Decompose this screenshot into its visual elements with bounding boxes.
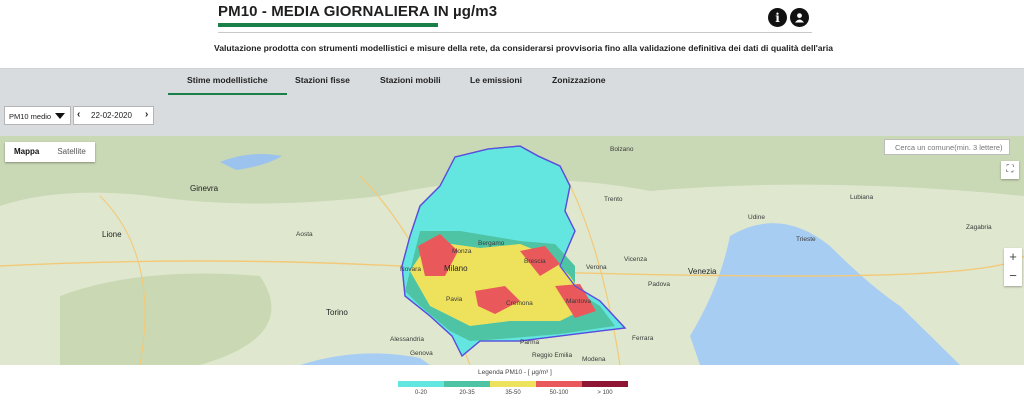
page-subtitle: Valutazione prodotta con strumenti model… — [214, 43, 834, 53]
legend-label: 50-100 — [549, 390, 569, 396]
map-label-genova: Genova — [410, 350, 433, 357]
tab-stazioni-fisse[interactable]: Stazioni fisse — [295, 75, 350, 85]
legend-label: > 100 — [597, 390, 613, 396]
caret-down-icon — [55, 113, 65, 119]
map-label-verona: Verona — [586, 264, 607, 271]
map-label-vicenza: Vicenza — [624, 256, 648, 263]
header: PM10 - MEDIA GIORNALIERA IN µg/m3 i Valu… — [0, 0, 1024, 68]
map-label-udine: Udine — [748, 214, 765, 221]
map-label-monza: Monza — [452, 248, 472, 255]
map-label-zagabria: Zagabria — [966, 224, 992, 231]
legend-swatch-over-100 — [582, 381, 628, 387]
zoom-control: + − — [1004, 248, 1022, 286]
map-type-switch: Mappa Satellite — [5, 142, 95, 162]
date-picker: ‹ 22-02-2020 › — [73, 106, 154, 125]
map-label-bergamo: Bergamo — [478, 240, 505, 247]
map-label-reggio-emilia: Reggio Emilia — [532, 352, 573, 359]
legend-swatch-50-100 — [536, 381, 582, 387]
tab-le-emissioni[interactable]: Le emissioni — [470, 75, 522, 85]
map-label-pavia: Pavia — [446, 296, 463, 303]
header-actions: i — [768, 8, 809, 27]
map-label-alessandria: Alessandria — [390, 336, 424, 343]
map-type-satellite[interactable]: Satellite — [48, 142, 94, 162]
divider — [218, 32, 812, 33]
legend-swatch-20-35 — [444, 381, 490, 387]
tab-bar: Stime modellistiche Stazioni fisse Stazi… — [0, 68, 1024, 96]
map-label-modena: Modena — [582, 356, 606, 363]
prev-day-icon[interactable]: ‹ — [77, 109, 80, 120]
metric-select-value: PM10 medio — [9, 112, 52, 121]
metric-select[interactable]: PM10 medio — [4, 106, 71, 125]
map-label-ferrara: Ferrara — [632, 335, 654, 342]
map-label-lione: Lione — [102, 230, 122, 239]
zoom-out-button[interactable]: − — [1004, 267, 1022, 286]
page-title: PM10 - MEDIA GIORNALIERA IN µg/m3 — [218, 3, 498, 20]
map-label-ginevra: Ginevra — [190, 184, 219, 193]
tab-zonizzazione[interactable]: Zonizzazione — [552, 75, 605, 85]
map-label-lubiana: Lubiana — [850, 194, 874, 201]
map-label-cremona: Cremona — [506, 300, 533, 307]
map-label-trieste: Trieste — [796, 236, 816, 243]
legend-title: Legenda PM10 - [ µg/m³ ] — [478, 369, 552, 376]
map-type-mappa[interactable]: Mappa — [5, 142, 48, 162]
map-label-aosta: Aosta — [296, 231, 313, 238]
municipality-search-input[interactable]: Cerca un comune(min. 3 lettere) — [884, 139, 1010, 155]
legend-swatch-35-50 — [490, 381, 536, 387]
date-value: 22-02-2020 — [91, 111, 132, 120]
legend-label: 20-35 — [459, 390, 475, 396]
map-label-padova: Padova — [648, 281, 671, 288]
title-accent-bar — [218, 23, 438, 27]
legend-label: 35-50 — [505, 390, 521, 396]
map-label-mantova: Mantova — [566, 298, 591, 305]
map-label-venezia: Venezia — [688, 267, 717, 276]
legend-label: 0-20 — [414, 390, 427, 396]
legend-scale — [398, 381, 628, 387]
map-label-trento: Trento — [604, 196, 623, 203]
map-label-bolzano: Bolzano — [610, 146, 634, 153]
info-icon[interactable]: i — [768, 8, 787, 27]
map-label-novara: Novara — [400, 266, 421, 273]
map-label-milano: Milano — [444, 264, 468, 273]
map-label-torino: Torino — [326, 308, 348, 317]
tab-stazioni-mobili[interactable]: Stazioni mobili — [380, 75, 441, 85]
user-glyph — [795, 13, 804, 23]
legend-labels: 0-20 20-35 35-50 50-100 > 100 — [398, 390, 628, 396]
tab-stime-modellistiche[interactable]: Stime modellistiche — [168, 75, 287, 96]
map-label-brescia: Brescia — [524, 258, 546, 265]
map-view[interactable]: Mappa Satellite Cerca un comune(min. 3 l… — [0, 136, 1024, 365]
next-day-icon[interactable]: › — [145, 109, 148, 120]
user-icon[interactable] — [790, 8, 809, 27]
fullscreen-icon[interactable]: ⛶ — [1001, 161, 1019, 179]
map-canvas — [0, 136, 1024, 365]
app: PM10 - MEDIA GIORNALIERA IN µg/m3 i Valu… — [0, 0, 1024, 402]
controls-bar: PM10 medio ‹ 22-02-2020 › — [0, 95, 1024, 136]
zoom-in-button[interactable]: + — [1004, 248, 1022, 267]
legend-swatch-0-20 — [398, 381, 444, 387]
map-label-parma: Parma — [520, 339, 540, 346]
